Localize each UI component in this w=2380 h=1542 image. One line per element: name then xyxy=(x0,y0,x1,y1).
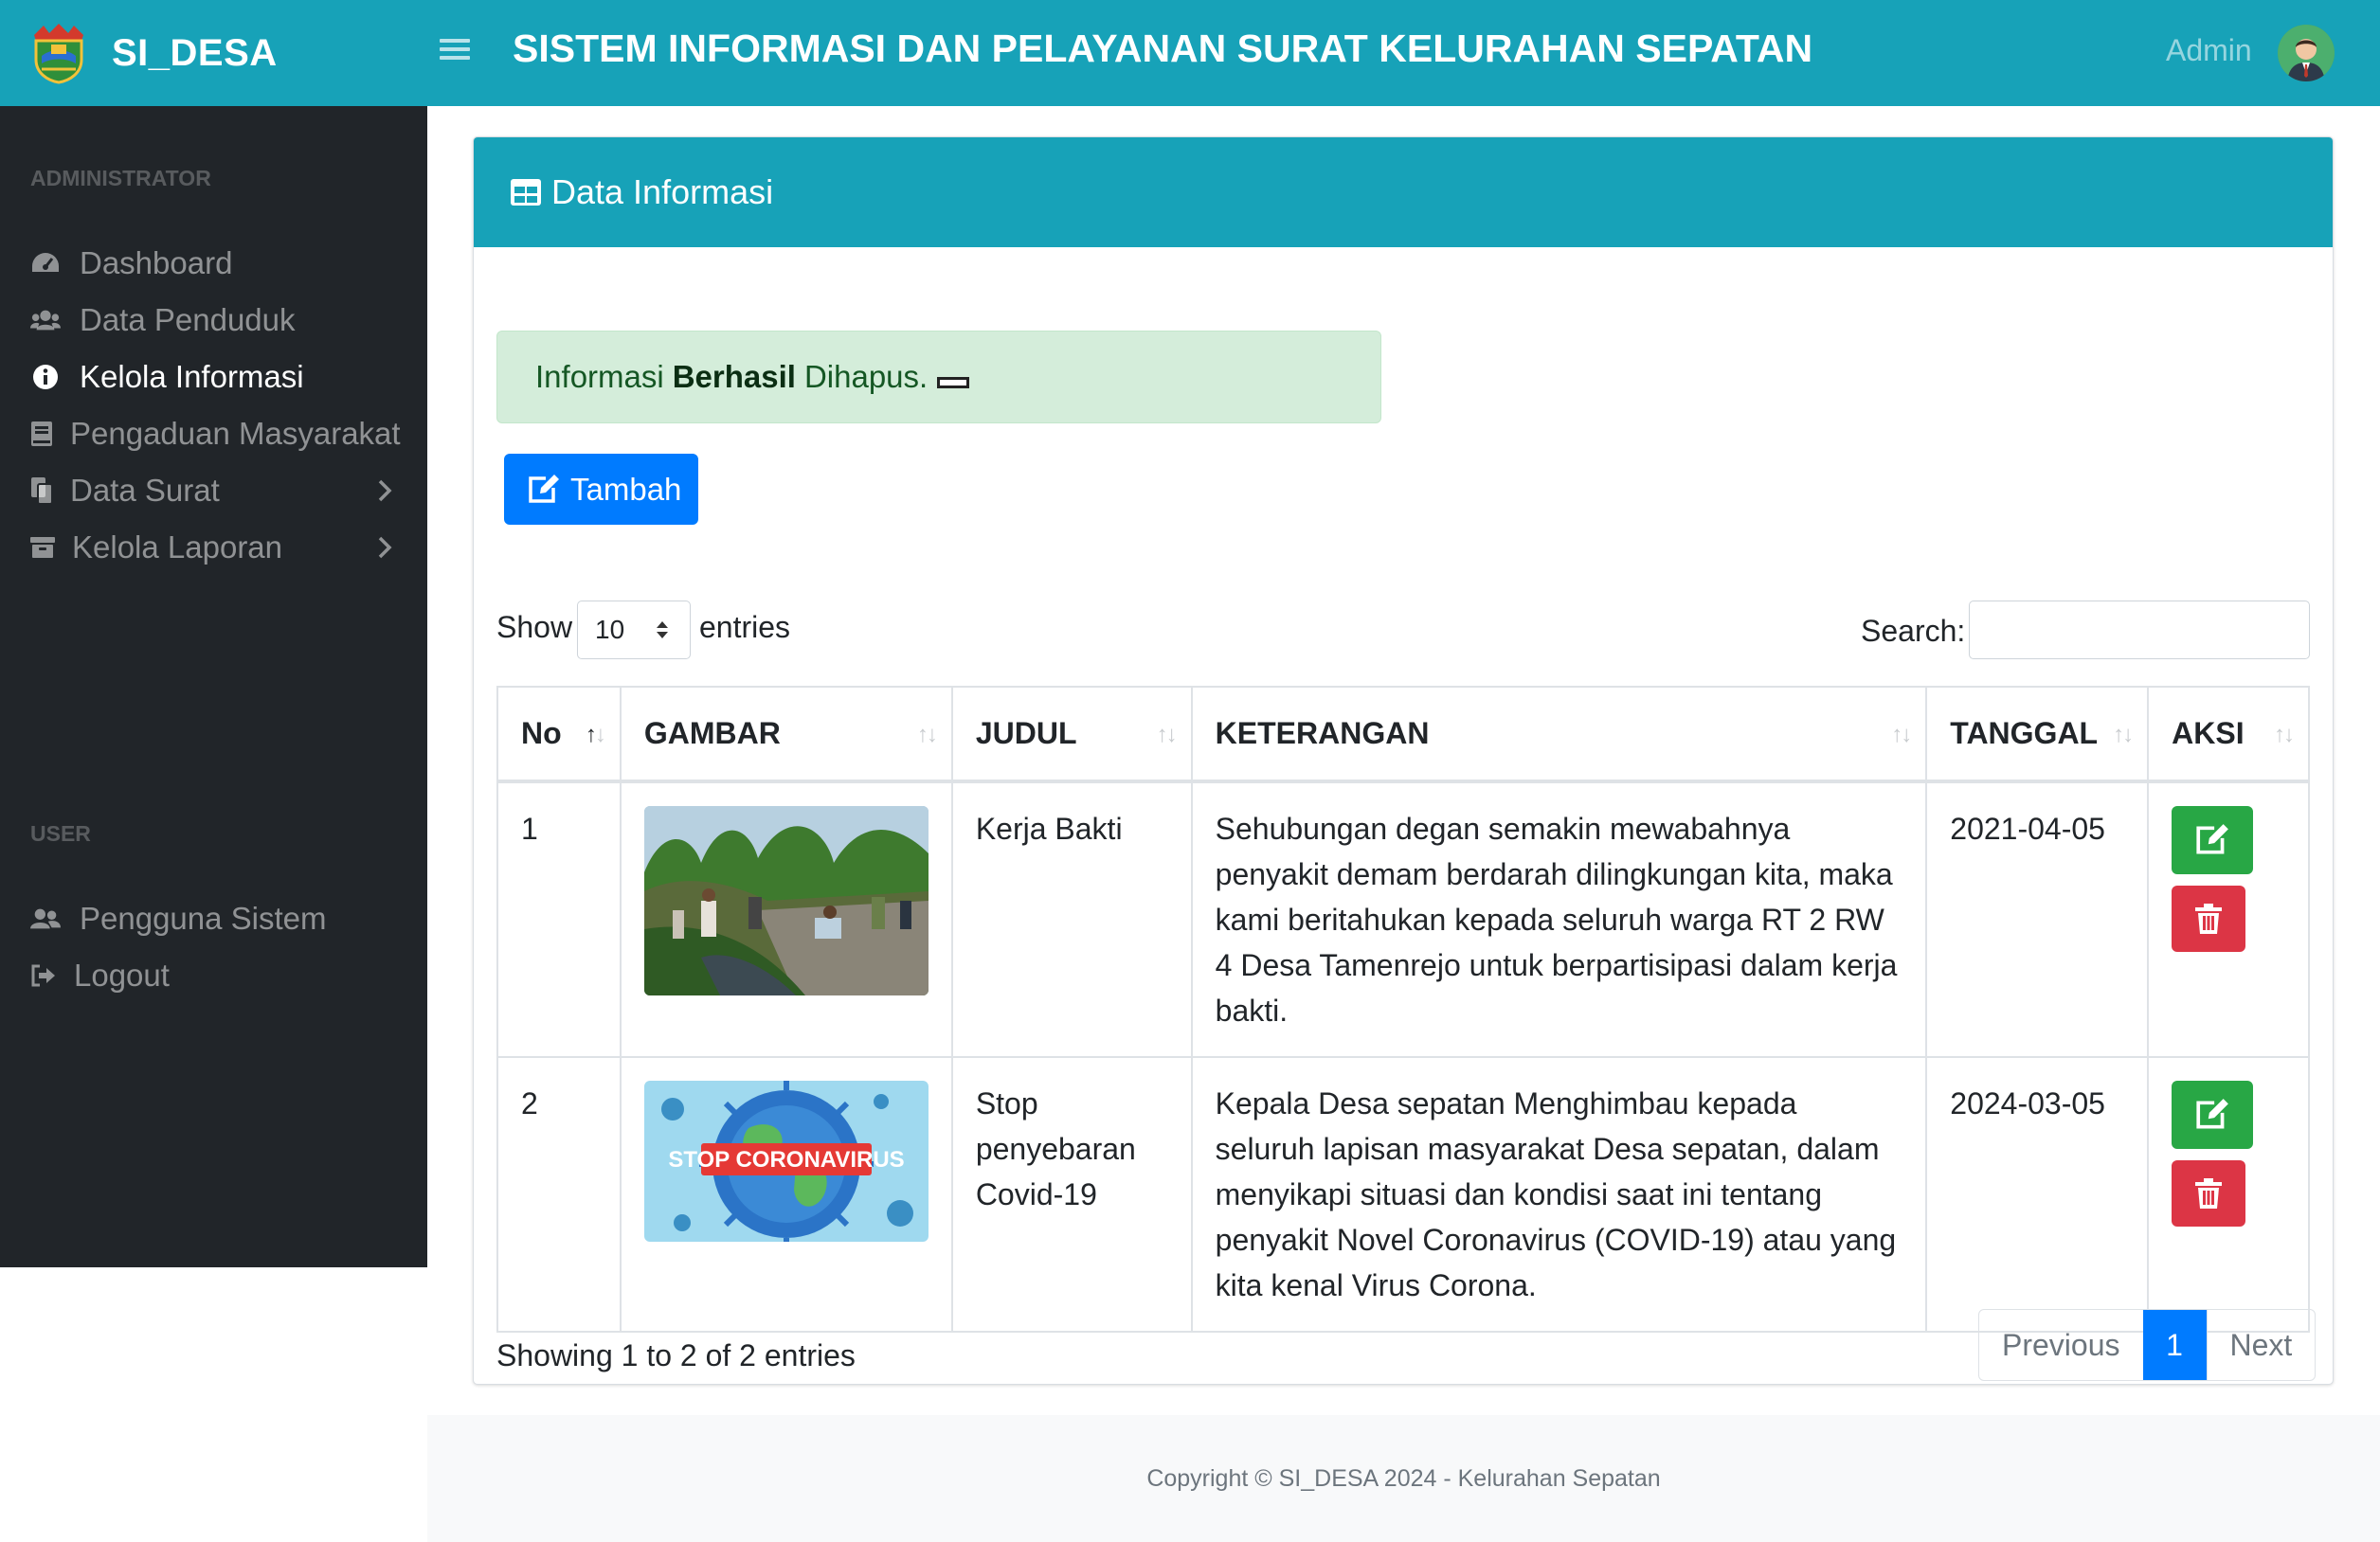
info-circle-icon xyxy=(30,362,61,392)
success-alert: Informasi Berhasil Dihapus. xyxy=(496,331,1381,423)
pagination-next[interactable]: Next xyxy=(2206,1310,2316,1380)
cell-tanggal: 2021-04-05 xyxy=(1925,780,2150,1058)
edit-icon xyxy=(2196,824,2229,854)
user-friends-icon xyxy=(30,904,61,934)
sidebar-item-label: Pengaduan Masyarakat xyxy=(70,416,401,451)
column-header-aksi[interactable]: AKSI ↑↓ xyxy=(2147,686,2310,783)
sidebar: ADMINISTRATOR Dashboard Data Penduduk Ke… xyxy=(0,106,427,1267)
sort-icon: ↑↓ xyxy=(2274,722,2295,747)
page-size-value: 10 xyxy=(595,615,625,644)
chevron-right-icon xyxy=(378,479,392,502)
cell-gambar xyxy=(619,780,953,1058)
village-logo-icon xyxy=(34,24,83,84)
table-info: Showing 1 to 2 of 2 entries xyxy=(496,1338,856,1372)
table-header-row: No ↑↓ GAMBAR ↑↓ JUDUL ↑↓ KETERANGAN ↑↓ TANGG… xyxy=(496,686,2310,783)
cell-judul: Stop penyebaran Covid-19 xyxy=(950,1056,1193,1333)
table-row: 2 STOP CORONAVIRUS Stop penyebaran Covid… xyxy=(496,1056,2310,1333)
cell-keterangan: Kepala Desa sepatan Menghimbau kepada se… xyxy=(1190,1056,1928,1333)
sidebar-heading-administrator: ADMINISTRATOR xyxy=(30,166,211,190)
entries-label: entries xyxy=(699,610,791,644)
footer: Copyright © SI_DESA 2024 - Kelurahan Sep… xyxy=(427,1415,2380,1542)
cell-aksi xyxy=(2147,1056,2310,1333)
add-button-label: Tambah xyxy=(570,471,682,507)
column-header-tanggal[interactable]: TANGGAL ↑↓ xyxy=(1925,686,2150,783)
card-header: Data Informasi xyxy=(474,137,2333,247)
alert-text-suffix: Dihapus. xyxy=(803,359,929,394)
avatar[interactable] xyxy=(2278,25,2335,81)
sidebar-heading-user: USER xyxy=(30,821,91,846)
app-title: SISTEM INFORMASI DAN PELAYANAN SURAT KEL… xyxy=(513,27,1813,70)
book-icon xyxy=(30,419,53,449)
pagination-page-1[interactable]: 1 xyxy=(2142,1310,2207,1380)
sidebar-item-label: Data Penduduk xyxy=(80,302,296,337)
page-size-select[interactable]: 10 xyxy=(577,601,691,659)
trash-icon xyxy=(2195,1178,2223,1209)
chevron-right-icon xyxy=(378,536,392,559)
cell-keterangan: Sehubungan degan semakin mewabahnya peny… xyxy=(1190,780,1928,1058)
user-avatar-icon xyxy=(2278,25,2335,81)
column-header-keterangan[interactable]: KETERANGAN ↑↓ xyxy=(1190,686,1928,783)
edit-button[interactable] xyxy=(2172,806,2254,874)
search-label: Search: xyxy=(1861,614,1966,648)
sidebar-item-label: Pengguna Sistem xyxy=(80,901,327,936)
sidebar-item-label: Kelola Laporan xyxy=(72,529,283,565)
delete-button[interactable] xyxy=(2172,886,2246,952)
cell-judul: Kerja Bakti xyxy=(950,780,1193,1058)
cell-no: 2 xyxy=(496,1056,622,1333)
sidebar-item-label: Kelola Informasi xyxy=(80,359,304,394)
cell-gambar: STOP CORONAVIRUS xyxy=(619,1056,953,1333)
sidebar-item-label: Dashboard xyxy=(80,245,233,280)
user-menu-name[interactable]: Admin xyxy=(2166,30,2252,70)
brand[interactable]: SI_DESA xyxy=(28,17,278,89)
cell-tanggal: 2024-03-05 xyxy=(1925,1056,2150,1333)
kerja-bakti-photo xyxy=(643,806,929,995)
sign-out-icon xyxy=(30,960,57,991)
card-title: Data Informasi xyxy=(551,172,774,211)
alert-text-bold: Berhasil xyxy=(672,359,796,394)
cell-no: 1 xyxy=(496,780,622,1058)
copy-icon xyxy=(30,475,53,506)
tachometer-icon xyxy=(30,248,61,278)
column-header-gambar[interactable]: GAMBAR ↑↓ xyxy=(619,686,953,783)
trash-icon xyxy=(2195,904,2223,934)
add-button[interactable]: Tambah xyxy=(504,454,698,525)
svg-text:STOP CORONAVIRUS: STOP CORONAVIRUS xyxy=(668,1147,904,1173)
sidebar-toggle-button[interactable] xyxy=(440,34,470,64)
brand-name: SI_DESA xyxy=(112,31,278,74)
delete-button[interactable] xyxy=(2172,1160,2246,1227)
table-icon xyxy=(511,179,541,206)
archive-icon xyxy=(30,532,55,563)
sort-icon: ↑↓ xyxy=(585,722,606,747)
sort-icon: ↑↓ xyxy=(1156,722,1178,747)
users-icon xyxy=(30,305,61,335)
column-header-no[interactable]: No ↑↓ xyxy=(496,686,622,783)
alert-text-prefix: Informasi xyxy=(535,359,664,394)
pagination: Previous 1 Next xyxy=(1978,1309,2317,1381)
search-input[interactable] xyxy=(1969,601,2310,659)
stop-coronavirus-illustration: STOP CORONAVIRUS xyxy=(643,1081,929,1242)
sort-icon: ↑↓ xyxy=(2113,722,2134,747)
cell-aksi xyxy=(2147,780,2310,1058)
select-sort-icon xyxy=(657,621,668,638)
sidebar-item-label: Data Surat xyxy=(70,473,220,508)
edit-icon xyxy=(2196,1099,2229,1129)
sort-icon: ↑↓ xyxy=(1891,722,1912,747)
edit-button[interactable] xyxy=(2172,1081,2254,1149)
pagination-previous[interactable]: Previous xyxy=(1979,1310,2142,1380)
alert-close-button[interactable] xyxy=(937,377,970,388)
edit-icon xyxy=(529,474,559,503)
top-navbar: SI_DESA SISTEM INFORMASI DAN PELAYANAN S… xyxy=(0,0,2380,106)
sidebar-item-kelola-laporan[interactable]: Kelola Laporan xyxy=(0,514,427,581)
sidebar-item-label: Logout xyxy=(74,958,170,993)
sort-icon: ↑↓ xyxy=(916,722,938,747)
table-row: 1 Kerja Bakti Sehubungan degan semakin m… xyxy=(496,780,2310,1058)
column-header-judul[interactable]: JUDUL ↑↓ xyxy=(950,686,1193,783)
data-table: No ↑↓ GAMBAR ↑↓ JUDUL ↑↓ KETERANGAN ↑↓ TANGG… xyxy=(496,686,2310,1333)
sidebar-item-logout[interactable]: Logout xyxy=(0,942,427,1009)
show-label: Show xyxy=(496,610,573,644)
